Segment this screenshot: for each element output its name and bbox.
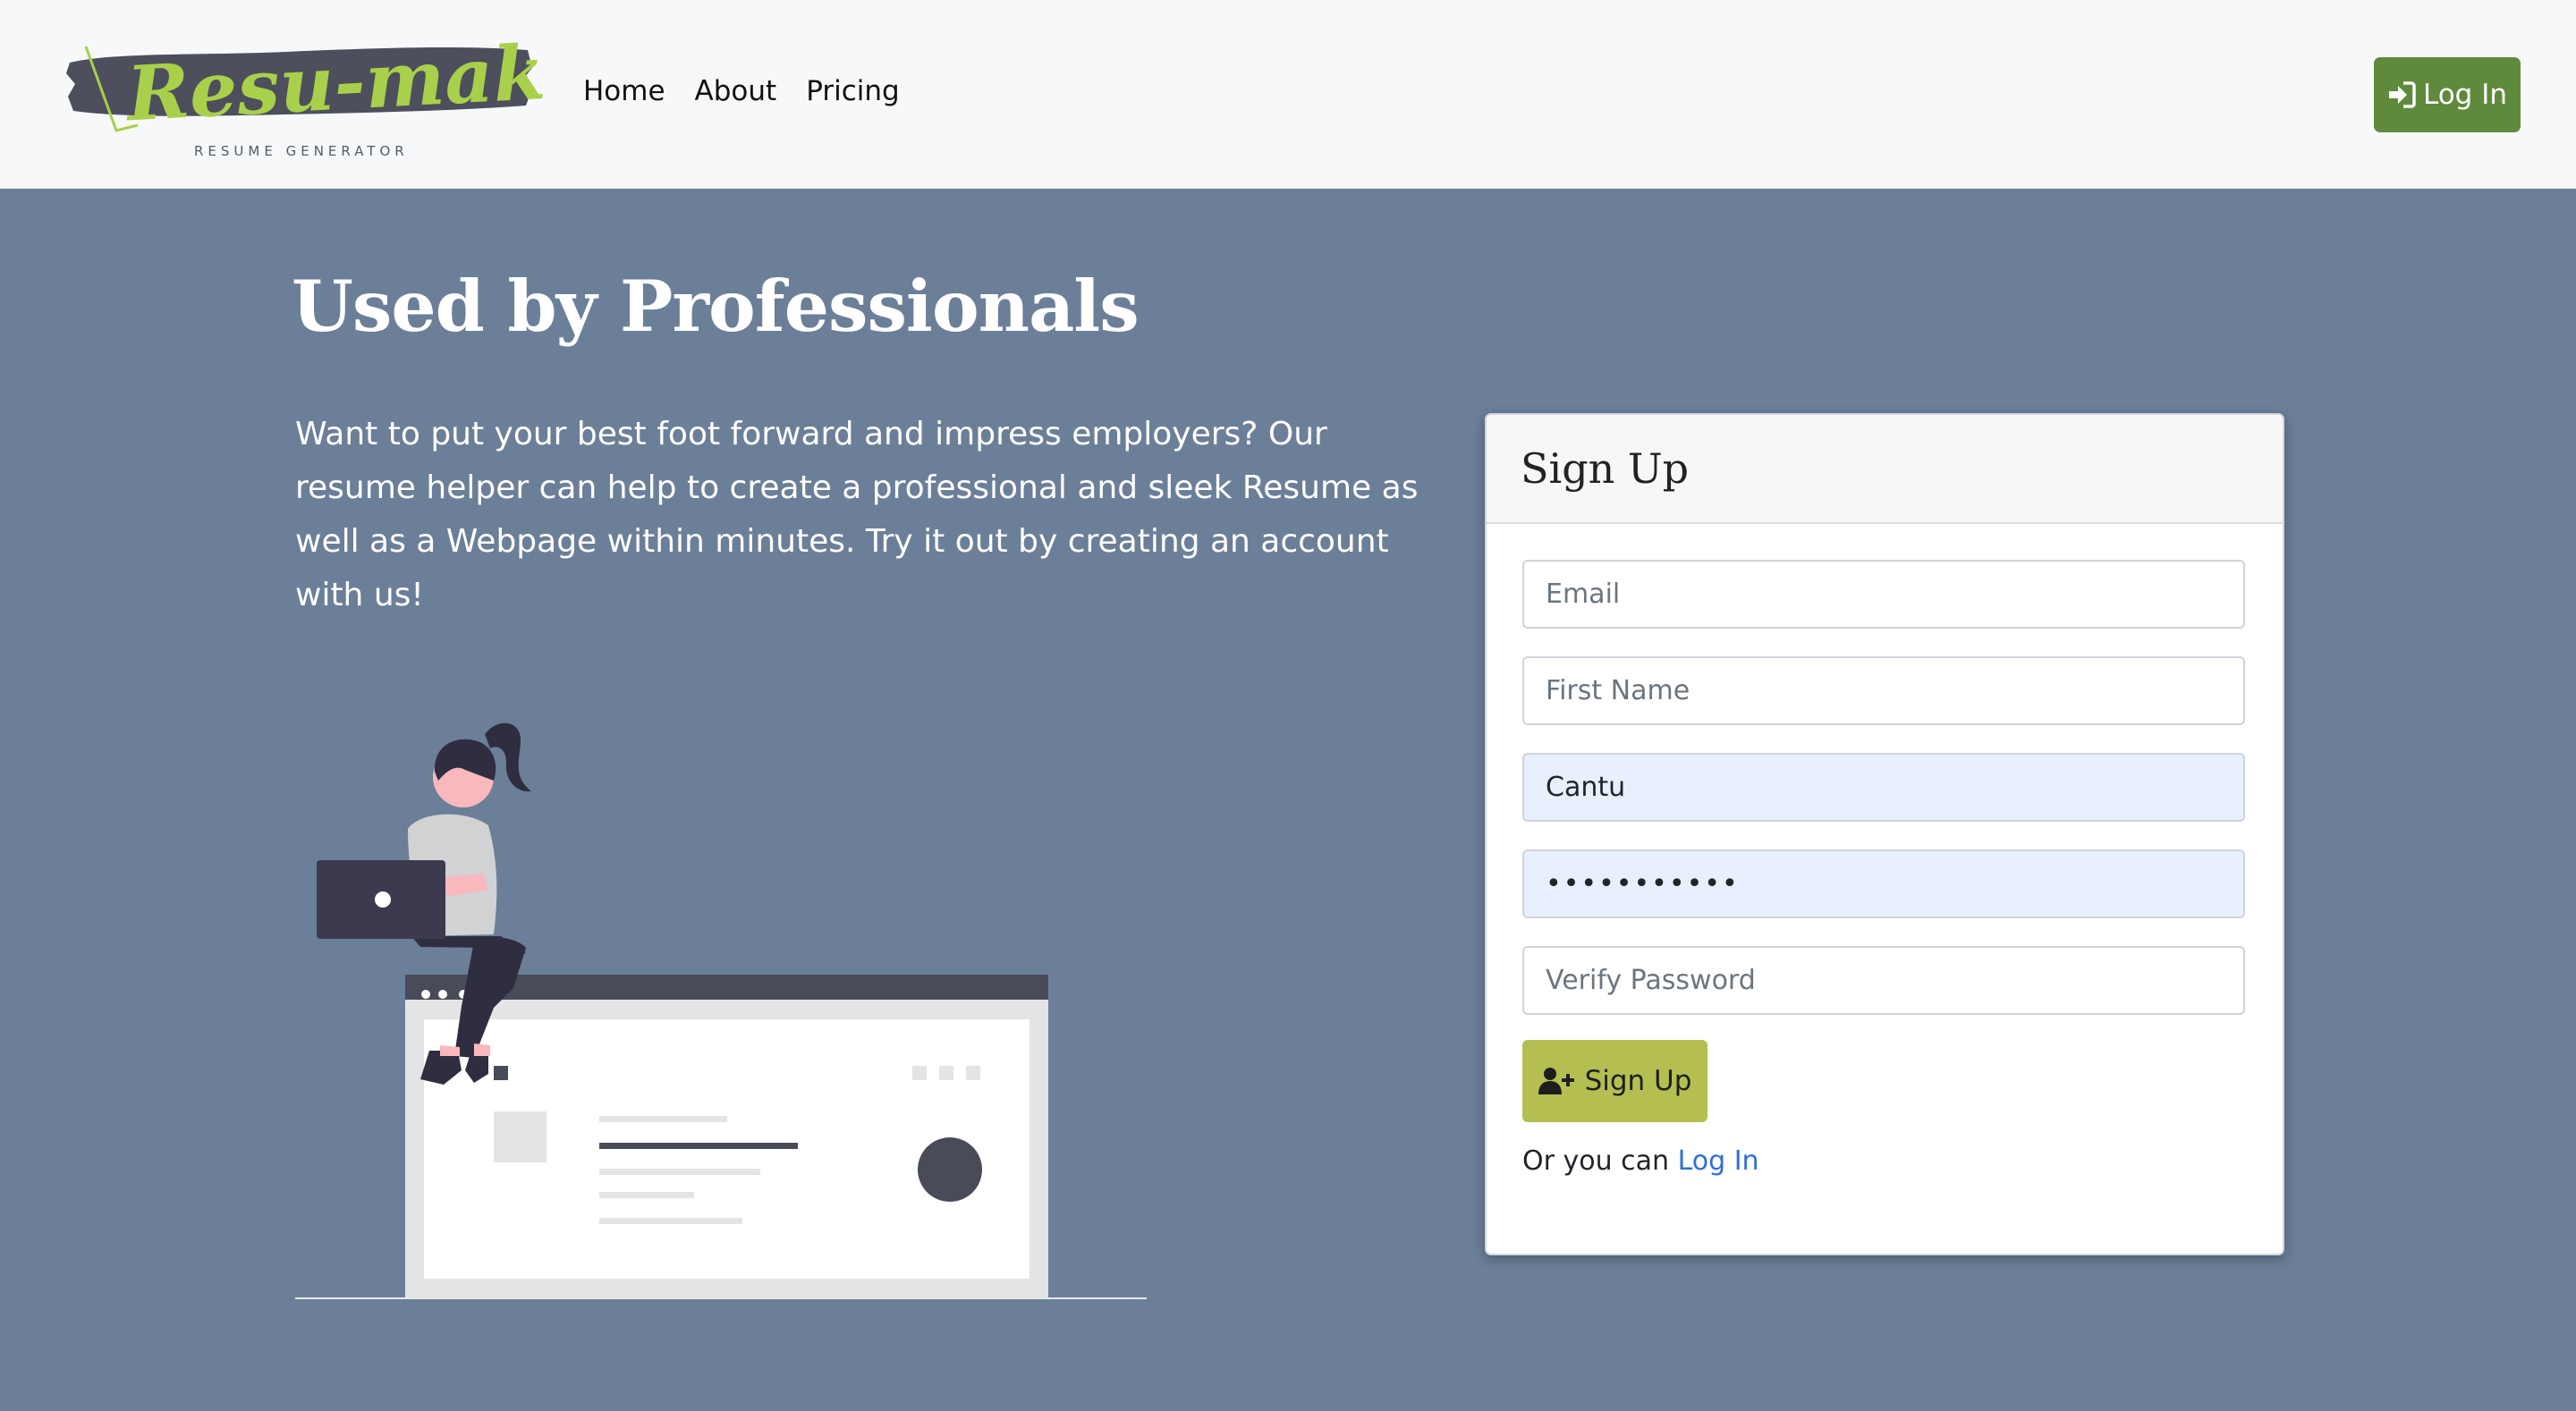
alt-login-text: Or you can Log In <box>1522 1145 2247 1177</box>
signup-button[interactable]: Sign Up <box>1522 1040 1707 1122</box>
alt-login-prefix: Or you can <box>1522 1145 1670 1177</box>
nav-home-link[interactable]: Home <box>583 75 665 107</box>
navbar: Resu-make RESUME GENERATOR Home About Pr… <box>0 0 2576 189</box>
woman-with-laptop-illustration <box>295 722 1147 1299</box>
logo-text: Resu-make <box>123 25 546 138</box>
alt-login-link[interactable]: Log In <box>1678 1145 1759 1177</box>
password-input[interactable] <box>1522 849 2245 918</box>
verify-password-input[interactable] <box>1522 946 2245 1015</box>
signup-card-header: Sign Up <box>1487 415 2283 524</box>
signup-card: Sign Up Sign Up Or you can Log In <box>1485 413 2284 1255</box>
first-name-input[interactable] <box>1522 656 2245 725</box>
logo-subtext: RESUME GENERATOR <box>194 143 409 159</box>
signup-title: Sign Up <box>1521 444 1690 493</box>
nav-pricing-link[interactable]: Pricing <box>806 75 900 107</box>
last-name-input[interactable] <box>1522 753 2245 822</box>
signup-form: Sign Up Or you can Log In <box>1487 524 2283 1177</box>
hero-title: Used by Professionals <box>292 265 1140 348</box>
user-plus-icon <box>1538 1068 1574 1094</box>
hero-description: Want to put your best foot forward and i… <box>295 416 1419 613</box>
signup-button-label: Sign Up <box>1584 1065 1692 1097</box>
header-login-button[interactable]: Log In <box>2374 57 2521 132</box>
header-login-label: Log In <box>2422 79 2507 111</box>
nav-about-link[interactable]: About <box>695 75 777 107</box>
email-input[interactable] <box>1522 560 2245 629</box>
main-nav: Home About Pricing <box>583 75 900 107</box>
resu-make-logo[interactable]: Resu-make RESUME GENERATOR <box>63 25 546 168</box>
sign-in-icon <box>2388 81 2416 108</box>
